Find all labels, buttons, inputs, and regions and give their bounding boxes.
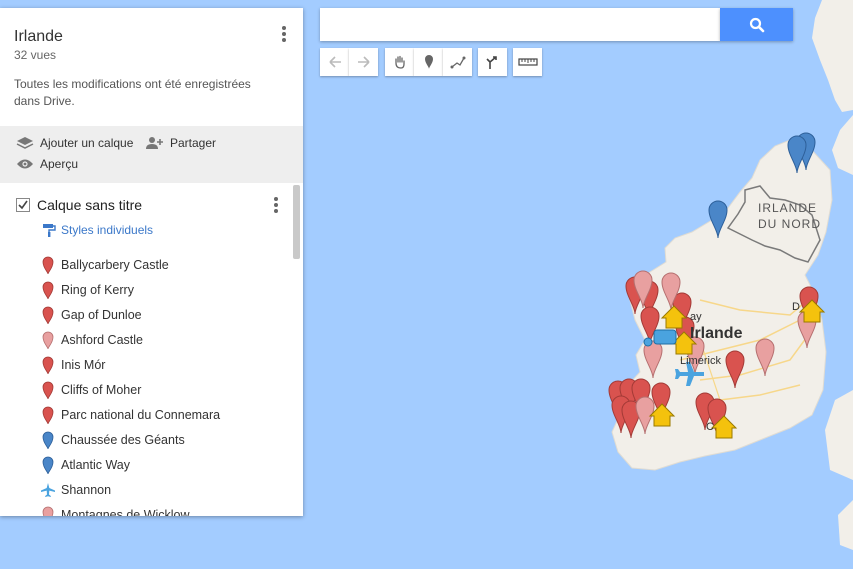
add-layer-button[interactable]: Ajouter un calque [16, 136, 133, 150]
marker-icon [424, 55, 433, 69]
directions-button[interactable] [478, 48, 507, 76]
map-title[interactable]: Irlande [14, 28, 63, 46]
red-pin-icon [42, 406, 54, 425]
red-pin-icon [42, 281, 54, 300]
paint-roller-icon [43, 224, 56, 237]
list-item[interactable]: Montagnes de Wicklow [0, 503, 295, 516]
dot-icon [274, 197, 278, 201]
place-name: Atlantic Way [61, 458, 131, 472]
map-label-northern-ireland-2: DU NORD [758, 217, 821, 231]
list-item[interactable]: Inis Mór [0, 353, 295, 378]
place-name: Ballycarbery Castle [61, 258, 169, 272]
red-pin-icon [42, 356, 54, 375]
directions-icon [485, 56, 497, 69]
map-label-galway: ay [690, 311, 702, 323]
dot-icon [282, 38, 286, 42]
individual-styles-link[interactable]: Styles individuels [42, 223, 153, 237]
panel-actions: Ajouter un calque Partager Aperçu [0, 126, 303, 183]
place-name: Montagnes de Wicklow [61, 508, 190, 516]
layer-options-menu-button[interactable] [271, 197, 281, 215]
panel-header: Irlande 32 vues Toutes les modifications… [0, 8, 303, 126]
red-pin-icon [42, 381, 54, 400]
airplane-icon [41, 483, 55, 497]
list-item[interactable]: Ring of Kerry [0, 278, 295, 303]
list-item[interactable]: Ballycarbery Castle [0, 253, 295, 278]
list-item[interactable]: Atlantic Way [0, 453, 295, 478]
map-label-cork: C [706, 421, 714, 433]
list-item[interactable]: Gap of Dunloe [0, 303, 295, 328]
pink-pin-icon [42, 331, 54, 350]
draw-tools-group [385, 48, 472, 76]
undo-button[interactable] [320, 48, 349, 76]
add-person-icon [146, 137, 163, 149]
red-pin-icon [42, 256, 54, 275]
red-pin-icon [42, 306, 54, 325]
place-name: Cliffs of Moher [61, 383, 142, 397]
redo-icon [357, 56, 370, 68]
layers-icon [16, 137, 34, 149]
add-layer-label: Ajouter un calque [40, 136, 134, 150]
list-item[interactable]: Parc national du Connemara [0, 403, 295, 428]
search-input[interactable] [320, 8, 720, 41]
share-label: Partager [170, 136, 217, 150]
place-name: Ashford Castle [61, 333, 143, 347]
search-icon [749, 17, 764, 32]
place-name: Inis Mór [61, 358, 106, 372]
preview-button[interactable]: Aperçu [16, 157, 78, 171]
place-name: Parc national du Connemara [61, 408, 221, 422]
layer-header: Calque sans titre [16, 197, 142, 213]
blue-pin-icon [42, 456, 54, 475]
search-box[interactable] [320, 8, 720, 41]
list-item[interactable]: Ashford Castle [0, 328, 295, 353]
layer-section: Calque sans titre Styles individuels Bal… [0, 183, 303, 516]
layer-title[interactable]: Calque sans titre [37, 197, 142, 213]
dot-icon [282, 32, 286, 36]
place-name: Gap of Dunloe [61, 308, 142, 322]
place-name: Chaussée des Géants [61, 433, 185, 447]
directions-group [478, 48, 507, 76]
add-marker-button[interactable] [414, 48, 443, 76]
undo-redo-group [320, 48, 378, 76]
individual-styles-label: Styles individuels [61, 223, 154, 237]
map-options-menu-button[interactable] [279, 26, 289, 44]
pan-hand-button[interactable] [385, 48, 414, 76]
map-label-dublin: D [792, 301, 800, 313]
layer-checkbox[interactable] [16, 198, 30, 212]
pink-pin-icon [42, 506, 54, 516]
list-item[interactable]: Cliffs of Moher [0, 378, 295, 403]
map-label-ireland: Irlande [690, 325, 743, 342]
view-count: 32 vues [14, 48, 57, 62]
preview-label: Aperçu [40, 157, 79, 171]
search-button[interactable] [720, 8, 793, 41]
redo-button[interactable] [349, 48, 378, 76]
dot-icon [282, 26, 286, 30]
blue-pin-icon [42, 431, 54, 450]
map-label-northern-ireland-1: IRLANDE [758, 201, 817, 215]
dot-icon [274, 203, 278, 207]
dot-icon [274, 209, 278, 213]
place-name: Shannon [61, 483, 112, 497]
ruler-icon [517, 58, 538, 66]
draw-line-icon [450, 56, 465, 69]
list-item[interactable]: Chaussée des Géants [0, 428, 295, 453]
list-item[interactable]: Shannon [0, 478, 295, 503]
draw-line-button[interactable] [443, 48, 472, 76]
save-status-message: Toutes les modifications ont été enregis… [14, 77, 251, 108]
map-label-limerick: Limerick [680, 355, 721, 367]
measure-group [513, 48, 542, 76]
place-name: Ring of Kerry [61, 283, 134, 297]
undo-icon [328, 56, 341, 68]
map-legend-panel: Irlande 32 vues Toutes les modifications… [0, 8, 303, 516]
eye-icon [17, 159, 33, 169]
share-button[interactable]: Partager [144, 136, 216, 150]
place-list: Ballycarbery Castle Ring of Kerry Gap of… [0, 253, 295, 516]
measure-button[interactable] [513, 48, 542, 76]
layer-scrollbar[interactable] [293, 185, 300, 259]
hand-icon [394, 55, 405, 69]
